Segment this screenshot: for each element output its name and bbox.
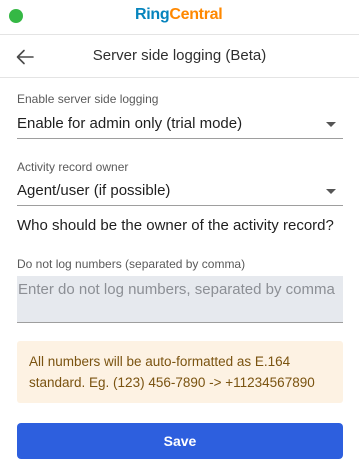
do-not-log-field[interactable] xyxy=(17,276,343,323)
chevron-down-icon xyxy=(326,189,336,194)
format-note-text: All numbers will be auto-formatted as E.… xyxy=(29,354,315,390)
chevron-down-icon xyxy=(326,122,336,127)
do-not-log-input[interactable] xyxy=(17,276,343,300)
top-bar: RingCentral xyxy=(0,0,359,35)
activity-owner-label: Activity record owner xyxy=(17,160,129,174)
activity-owner-helper: Who should be the owner of the activity … xyxy=(17,217,334,234)
activity-owner-value: Agent/user (if possible) xyxy=(17,182,171,199)
page-header: Server side logging (Beta) xyxy=(0,36,359,78)
ringcentral-logo: RingCentral xyxy=(135,6,223,24)
enable-logging-label: Enable server side logging xyxy=(17,92,159,106)
save-button[interactable]: Save xyxy=(17,423,343,459)
logo-ring-text: Ring xyxy=(135,6,170,23)
app-window: RingCentral Server side logging (Beta) E… xyxy=(0,0,359,469)
activity-owner-select[interactable]: Agent/user (if possible) xyxy=(17,178,343,206)
enable-logging-value: Enable for admin only (trial mode) xyxy=(17,115,243,132)
status-dot-icon xyxy=(9,9,23,23)
page-title: Server side logging (Beta) xyxy=(92,47,267,64)
logo-central-text: Central xyxy=(169,6,223,23)
format-note: All numbers will be auto-formatted as E.… xyxy=(17,341,343,403)
do-not-log-label: Do not log numbers (separated by comma) xyxy=(17,257,246,271)
enable-logging-select[interactable]: Enable for admin only (trial mode) xyxy=(17,111,343,139)
